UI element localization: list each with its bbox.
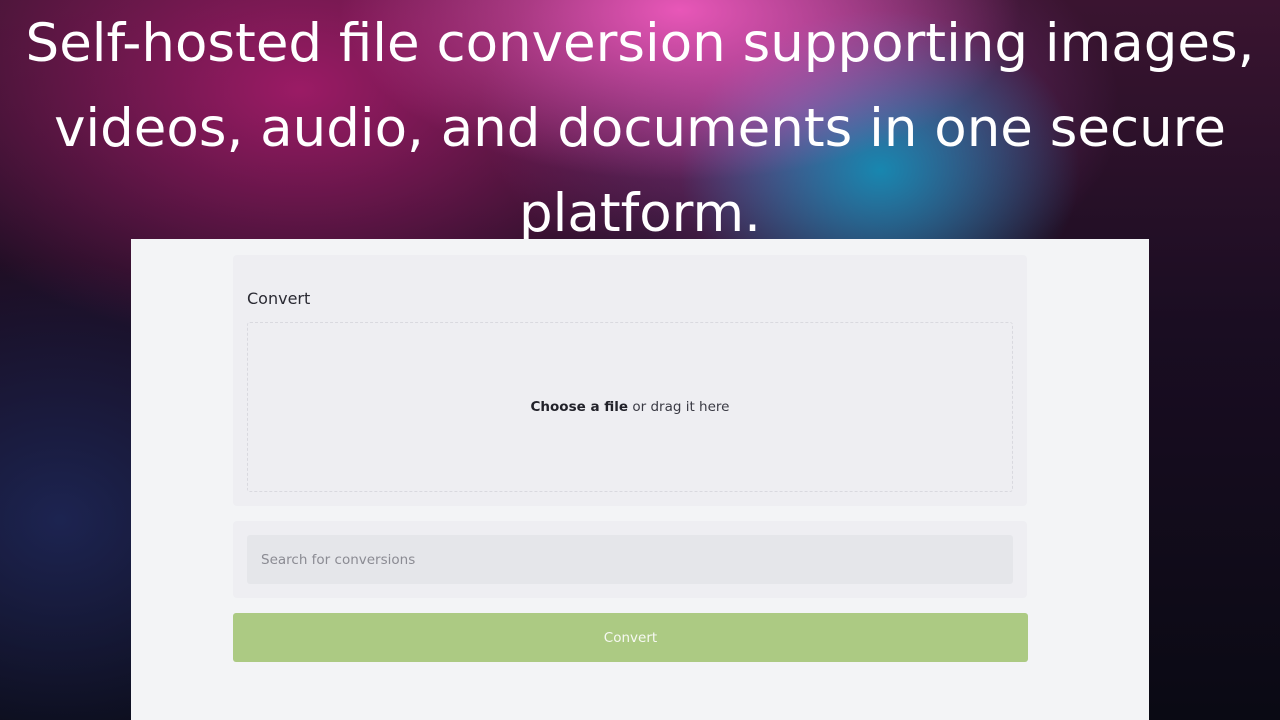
dropzone-text: Choose a file or drag it here <box>531 399 730 415</box>
drag-hint: or drag it here <box>628 399 730 415</box>
app-window: Convert Choose a file or drag it here Co… <box>131 239 1149 720</box>
convert-card-title: Convert <box>247 289 311 308</box>
convert-button[interactable]: Convert <box>233 613 1028 662</box>
search-input[interactable] <box>247 535 1013 584</box>
choose-file-link[interactable]: Choose a file <box>531 399 629 415</box>
search-card <box>233 521 1027 598</box>
convert-card: Convert Choose a file or drag it here <box>233 255 1027 506</box>
hero-title: Self-hosted file conversion supporting i… <box>25 13 1255 244</box>
hero-banner: Self-hosted file conversion supporting i… <box>0 0 1280 244</box>
file-dropzone[interactable]: Choose a file or drag it here <box>247 322 1013 492</box>
